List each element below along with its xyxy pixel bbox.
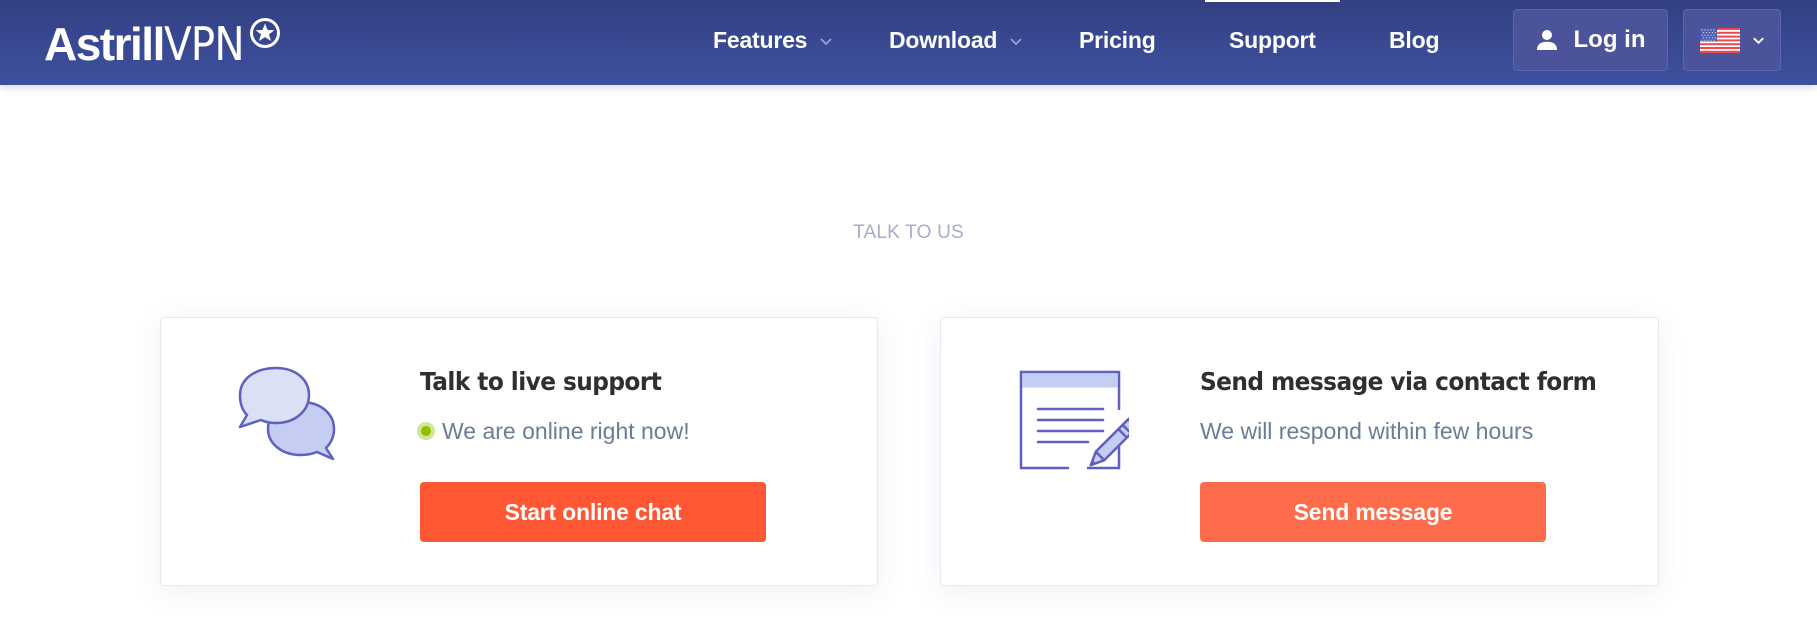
login-button[interactable]: Log in	[1513, 9, 1668, 71]
logo-text-light: VPN	[163, 17, 245, 71]
live-support-card: Talk to live support We are online right…	[160, 317, 878, 586]
start-chat-button[interactable]: Start online chat	[420, 482, 766, 542]
section-eyebrow: TALK TO US	[853, 222, 964, 243]
star-badge-icon	[249, 18, 280, 48]
nav-item-label: Features	[713, 26, 808, 53]
language-selector[interactable]	[1683, 9, 1781, 71]
online-status: We are online right now!	[417, 416, 690, 446]
card-body: Talk to live support We are online right…	[417, 366, 690, 446]
card-title: Talk to live support	[420, 367, 662, 396]
status-text: We will respond within few hours	[1200, 418, 1534, 444]
button-label: Send message	[1293, 498, 1453, 525]
card-body: Send message via contact form We will re…	[1200, 366, 1626, 446]
status-text: We are online right now!	[442, 418, 690, 444]
card-title: Send message via contact form	[1200, 367, 1597, 396]
nav-item-label: Pricing	[1079, 26, 1156, 53]
button-label: Start online chat	[504, 498, 682, 525]
nav-item-support[interactable]: Support	[1205, 0, 1340, 80]
nav-item-pricing[interactable]: Pricing	[1079, 0, 1156, 80]
nav-item-label: Download	[889, 26, 998, 53]
send-message-button[interactable]: Send message	[1200, 482, 1546, 542]
chat-bubbles-icon	[238, 366, 336, 461]
nav-item-label: Support	[1229, 26, 1316, 53]
response-time-text: We will respond within few hours	[1200, 416, 1626, 446]
online-indicator-icon	[417, 422, 435, 440]
top-navbar: Astrill VPN Features Download Pricing Su…	[0, 0, 1817, 85]
logo-text-bold: Astrill	[44, 18, 165, 70]
nav-item-features[interactable]: Features	[713, 0, 833, 80]
user-icon	[1536, 30, 1557, 50]
chevron-down-icon	[820, 38, 832, 46]
astrill-logo[interactable]: Astrill VPN	[44, 14, 281, 71]
contact-form-icon	[1019, 370, 1129, 472]
nav-item-label: Blog	[1389, 26, 1440, 53]
chevron-down-icon	[1010, 38, 1022, 46]
chevron-down-icon	[1752, 37, 1764, 44]
login-label: Log in	[1573, 26, 1646, 53]
nav-item-download[interactable]: Download	[889, 0, 1023, 80]
nav-item-blog[interactable]: Blog	[1389, 0, 1440, 80]
contact-form-card: Send message via contact form We will re…	[940, 317, 1659, 586]
us-flag-icon	[1699, 27, 1740, 53]
